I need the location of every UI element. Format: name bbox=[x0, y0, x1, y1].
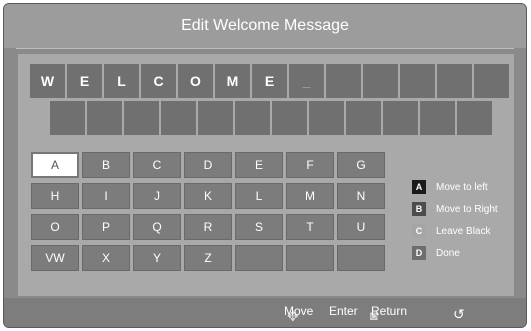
message-cursor-cell[interactable]: _ bbox=[289, 64, 324, 98]
enter-hint: Enter bbox=[329, 304, 358, 318]
key-e[interactable]: E bbox=[235, 152, 283, 178]
message-row-2 bbox=[50, 101, 492, 135]
button-d-badge: D bbox=[412, 246, 426, 260]
key-y[interactable]: Y bbox=[133, 245, 181, 271]
key-r[interactable]: R bbox=[184, 214, 232, 240]
legend-item-b: B Move to Right bbox=[412, 202, 498, 216]
key-k[interactable]: K bbox=[184, 183, 232, 209]
button-a-badge: A bbox=[412, 180, 426, 194]
legend-label: Move to left bbox=[436, 181, 488, 193]
legend-item-a: A Move to left bbox=[412, 180, 498, 194]
character-keypad: A B C D E F G H I J K L M N O P Q R S T … bbox=[31, 152, 385, 271]
message-cell[interactable] bbox=[346, 101, 381, 135]
message-cell[interactable] bbox=[437, 64, 472, 98]
message-cell[interactable] bbox=[363, 64, 398, 98]
key-c[interactable]: C bbox=[133, 152, 181, 178]
message-cell[interactable] bbox=[198, 101, 233, 135]
message-cell[interactable] bbox=[457, 101, 492, 135]
key-n[interactable]: N bbox=[337, 183, 385, 209]
key-m[interactable]: M bbox=[286, 183, 334, 209]
legend-item-d: D Done bbox=[412, 246, 498, 260]
button-c-badge: C bbox=[412, 224, 426, 238]
key-p[interactable]: P bbox=[82, 214, 130, 240]
legend-label: Move to Right bbox=[436, 203, 498, 215]
key-g[interactable]: G bbox=[337, 152, 385, 178]
osd-screen: Edit Welcome Message W E L C O M E _ A B… bbox=[3, 3, 527, 328]
message-cell[interactable] bbox=[474, 64, 509, 98]
message-row-1: W E L C O M E _ bbox=[30, 64, 509, 98]
message-cell[interactable]: L bbox=[104, 64, 139, 98]
key-h[interactable]: H bbox=[31, 183, 79, 209]
message-cell[interactable]: C bbox=[141, 64, 176, 98]
bottom-help-bar: ✥ Move Enter ◙ Return ↺ bbox=[4, 298, 526, 327]
legend-label: Leave Black bbox=[436, 225, 491, 237]
key-x[interactable]: X bbox=[82, 245, 130, 271]
message-cell[interactable]: E bbox=[67, 64, 102, 98]
message-cell[interactable] bbox=[50, 101, 85, 135]
move-hint: Move bbox=[284, 304, 314, 318]
message-cell[interactable] bbox=[420, 101, 455, 135]
key-blank[interactable] bbox=[235, 245, 283, 271]
key-t[interactable]: T bbox=[286, 214, 334, 240]
key-z[interactable]: Z bbox=[184, 245, 232, 271]
message-cell[interactable]: E bbox=[252, 64, 287, 98]
return-hint: Return bbox=[371, 304, 408, 318]
message-cell[interactable]: M bbox=[215, 64, 250, 98]
key-j[interactable]: J bbox=[133, 183, 181, 209]
message-cell[interactable]: O bbox=[178, 64, 213, 98]
message-cell[interactable] bbox=[87, 101, 122, 135]
key-i[interactable]: I bbox=[82, 183, 130, 209]
key-l[interactable]: L bbox=[235, 183, 283, 209]
page-title: Edit Welcome Message bbox=[181, 17, 349, 34]
legend-label: Done bbox=[436, 247, 460, 259]
message-cell[interactable] bbox=[326, 64, 361, 98]
key-q[interactable]: Q bbox=[133, 214, 181, 240]
key-f[interactable]: F bbox=[286, 152, 334, 178]
color-button-legend: A Move to left B Move to Right C Leave B… bbox=[412, 180, 498, 260]
button-b-badge: B bbox=[412, 202, 426, 216]
key-s[interactable]: S bbox=[235, 214, 283, 240]
message-cell[interactable] bbox=[161, 101, 196, 135]
key-o[interactable]: O bbox=[31, 214, 79, 240]
message-cell[interactable] bbox=[309, 101, 344, 135]
message-cell[interactable] bbox=[124, 101, 159, 135]
message-cell[interactable] bbox=[383, 101, 418, 135]
return-arrow-icon[interactable]: ↺ bbox=[453, 306, 465, 323]
legend-item-c: C Leave Black bbox=[412, 224, 498, 238]
key-u[interactable]: U bbox=[337, 214, 385, 240]
message-cell[interactable] bbox=[400, 64, 435, 98]
key-blank[interactable] bbox=[337, 245, 385, 271]
message-cell[interactable] bbox=[272, 101, 307, 135]
message-cell[interactable]: W bbox=[30, 64, 65, 98]
key-vw[interactable]: VW bbox=[31, 245, 79, 271]
title-divider bbox=[16, 48, 514, 49]
key-d[interactable]: D bbox=[184, 152, 232, 178]
message-cell[interactable] bbox=[235, 101, 270, 135]
title-bar: Edit Welcome Message bbox=[4, 4, 526, 48]
key-blank[interactable] bbox=[286, 245, 334, 271]
key-a[interactable]: A bbox=[31, 152, 79, 178]
key-b[interactable]: B bbox=[82, 152, 130, 178]
